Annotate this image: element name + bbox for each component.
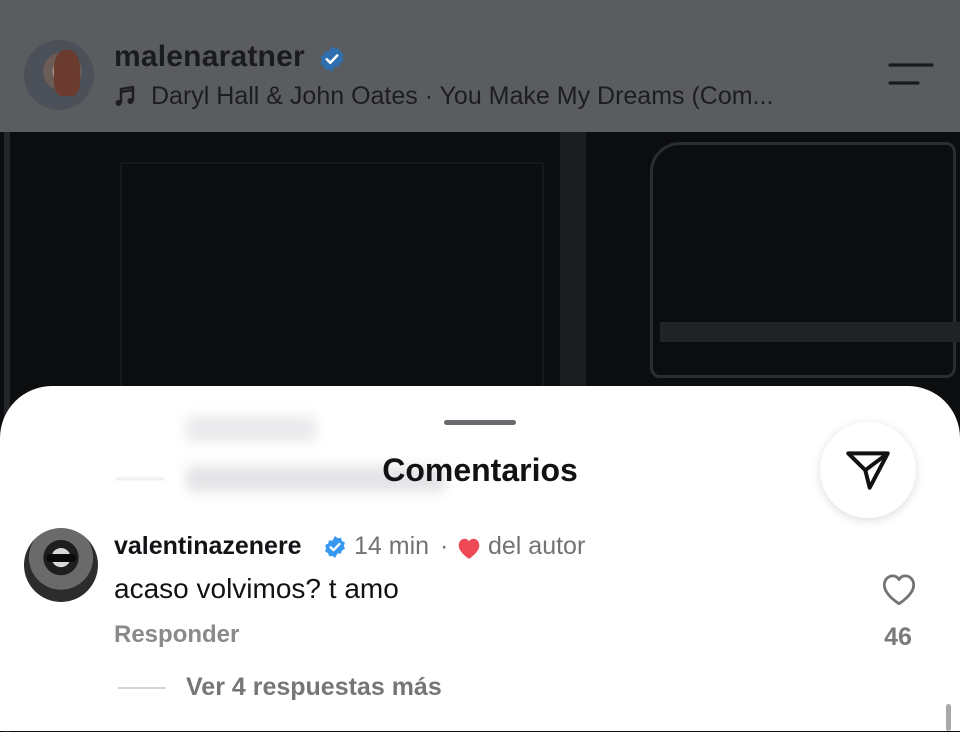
avatar-figure (46, 554, 76, 562)
song-info[interactable]: Daryl Hall & John Oates · You Make My Dr… (151, 82, 773, 111)
comments-sheet: Comentarios valentinazenere 14 min · del… (0, 386, 960, 731)
heart-like-icon[interactable] (880, 572, 918, 606)
comment-timestamp: 14 min (354, 532, 430, 560)
meta-separator: · (440, 532, 449, 560)
verified-badge-icon (320, 46, 344, 72)
sheet-title: Comentarios (382, 452, 578, 488)
verified-badge-icon (325, 536, 345, 558)
sheet-grabber[interactable] (444, 420, 516, 425)
commenter-username[interactable]: valentinazenere (114, 532, 302, 561)
author-avatar[interactable] (24, 40, 94, 110)
avatar-figure (54, 50, 80, 96)
media-shape (650, 142, 956, 378)
post-header: malenaratner Daryl Hall & John Oates · Y… (0, 0, 960, 132)
replies-divider (118, 687, 166, 689)
blurred-previous-content (186, 416, 316, 442)
commenter-avatar[interactable] (24, 528, 98, 602)
scrollbar[interactable] (946, 704, 951, 731)
send-icon (846, 451, 890, 490)
like-count: 46 (884, 623, 912, 651)
share-button[interactable] (820, 422, 916, 518)
author-liked-heart-icon (458, 538, 480, 559)
menu-icon[interactable] (888, 62, 934, 86)
view-replies-button[interactable]: Ver 4 respuestas más (186, 673, 442, 702)
music-note-icon (115, 85, 135, 106)
author-liked-label: del autor (488, 532, 586, 560)
comment-text: acaso volvimos? t amo (114, 573, 399, 604)
author-username[interactable]: malenaratner (114, 40, 305, 74)
media-shape (660, 322, 960, 342)
reply-button[interactable]: Responder (114, 621, 239, 649)
